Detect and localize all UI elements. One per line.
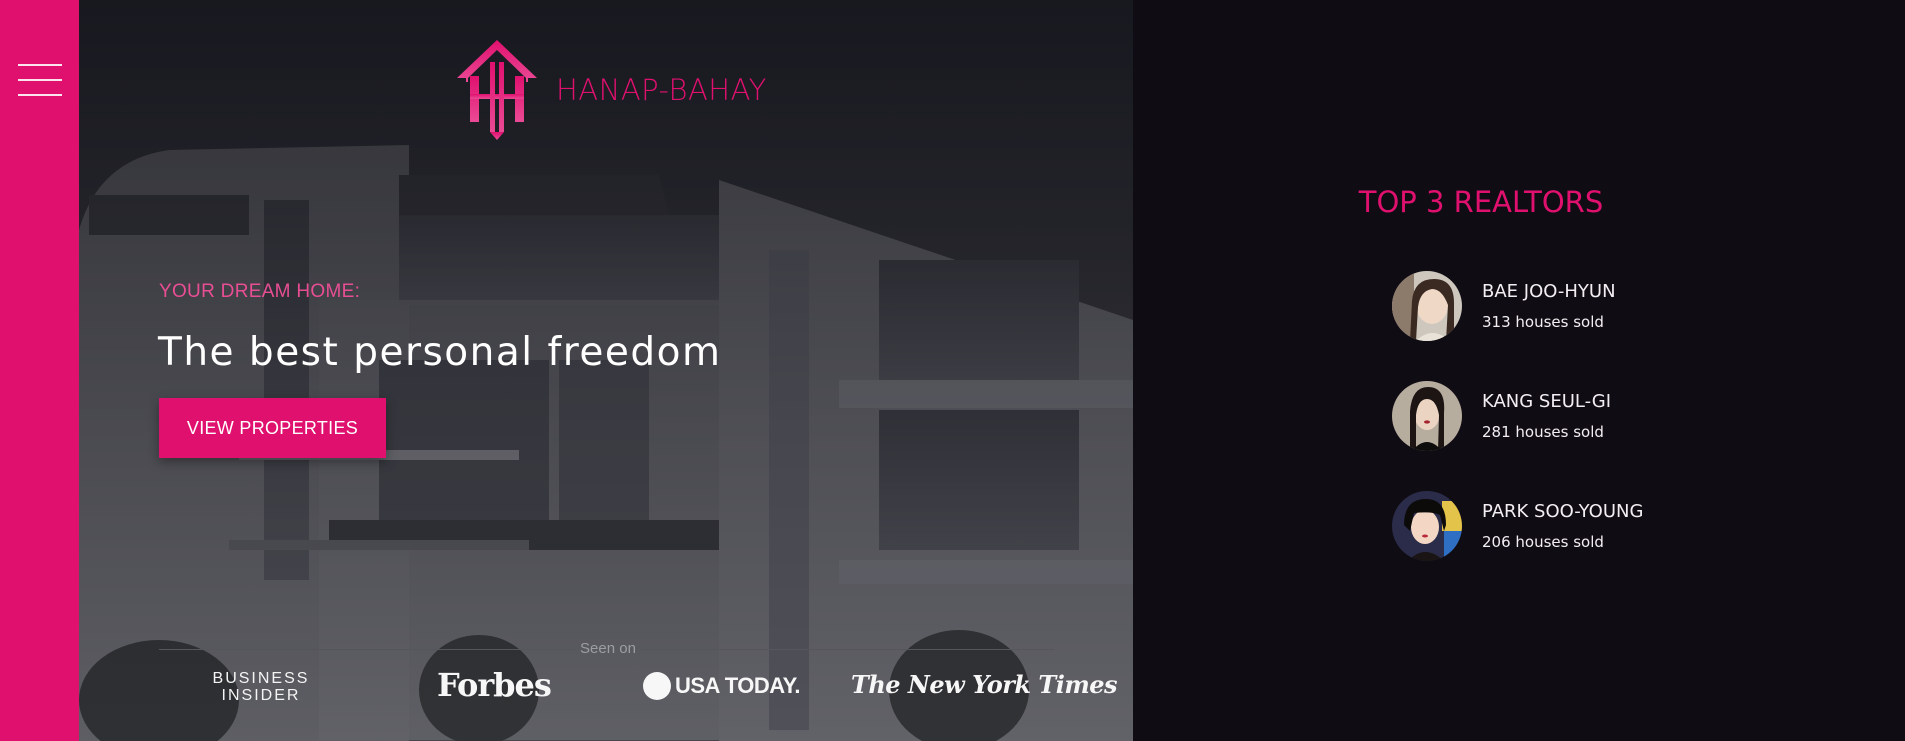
top-realtors-title: TOP 3 REALTORS (1358, 185, 1604, 219)
avatar (1392, 381, 1462, 451)
top-realtors-panel: TOP 3 REALTORS BAE JOO-HYUN 313 houses s… (1133, 0, 1905, 741)
realtor-sold-count: 313 houses sold (1482, 313, 1604, 331)
house-logo-icon (457, 40, 537, 140)
business-insider-logo: BUSINESS INSIDER (211, 670, 311, 704)
menu-bar (18, 79, 62, 81)
realtor-photo-icon (1392, 271, 1462, 341)
usa-today-logo: USA TODAY. (643, 672, 801, 700)
business-insider-line1: BUSINESS (212, 670, 310, 687)
seen-on-divider: Seen on (159, 640, 1054, 658)
nyt-logo: The New York Times (851, 670, 1118, 699)
view-properties-button[interactable]: VIEW PROPERTIES (159, 398, 386, 458)
brand-logo[interactable]: HANAP-BAHAY (456, 38, 767, 142)
realtor-sold-count: 281 houses sold (1482, 423, 1604, 441)
realtor-card[interactable]: BAE JOO-HYUN 313 houses sold (1392, 271, 1792, 343)
page: HANAP-BAHAY YOUR DREAM HOME: The best pe… (0, 0, 1905, 741)
realtor-name: KANG SEUL-GI (1482, 391, 1612, 412)
business-insider-line2: INSIDER (221, 687, 301, 704)
avatar (1392, 271, 1462, 341)
seen-on-label: Seen on (580, 640, 636, 657)
hero-eyebrow: YOUR DREAM HOME: (159, 281, 361, 302)
realtor-sold-count: 206 houses sold (1482, 533, 1604, 551)
press-logos: BUSINESS INSIDER Forbes USA TODAY. The N… (159, 664, 1118, 710)
avatar (1392, 491, 1462, 561)
realtor-card[interactable]: KANG SEUL-GI 281 houses sold (1392, 381, 1792, 453)
divider-line (159, 649, 574, 650)
realtor-card[interactable]: PARK SOO-YOUNG 206 houses sold (1392, 491, 1792, 563)
realtor-name: BAE JOO-HYUN (1482, 281, 1616, 302)
menu-bar (18, 94, 62, 96)
hero-headline: The best personal freedom (158, 330, 722, 375)
divider-line (642, 649, 1054, 650)
forbes-logo: Forbes (437, 666, 552, 704)
brand-name: HANAP-BAHAY (556, 73, 767, 107)
realtor-photo-icon (1392, 491, 1462, 561)
realtor-photo-icon (1392, 381, 1462, 451)
hamburger-menu-icon[interactable] (18, 64, 62, 98)
usa-today-dot-icon (643, 672, 671, 700)
usa-today-text: USA TODAY. (675, 673, 801, 698)
side-nav-rail (0, 0, 79, 741)
realtor-name: PARK SOO-YOUNG (1482, 501, 1644, 522)
menu-bar (18, 64, 62, 66)
